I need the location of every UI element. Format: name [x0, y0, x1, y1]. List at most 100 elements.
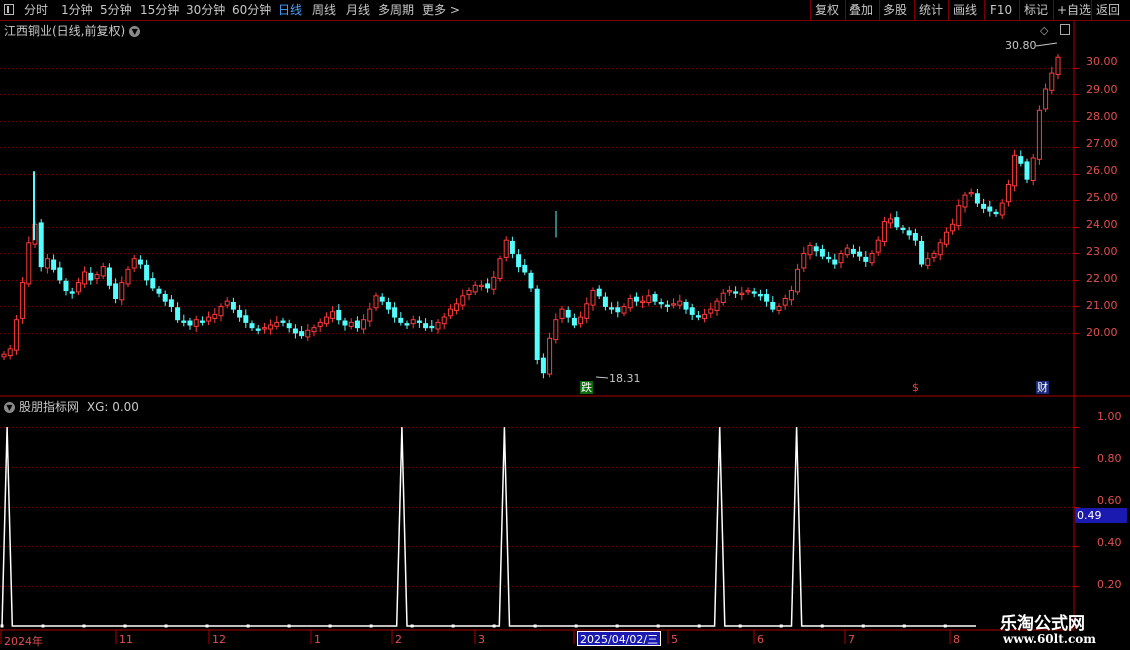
candle-body: [435, 321, 441, 330]
candle-body: [931, 252, 937, 258]
candle-body: [503, 239, 509, 258]
indicator-panel-title: ▼ 股朋指标网 XG: 0.00: [4, 398, 139, 415]
candle-body: [491, 276, 497, 290]
candle-body: [255, 328, 261, 331]
candle-body: [416, 320, 422, 323]
chevron-down-icon[interactable]: ▼: [4, 402, 15, 413]
xg-point: [410, 624, 414, 628]
candle-body: [460, 295, 466, 306]
xg-point: [328, 624, 332, 628]
candle-body: [516, 254, 522, 268]
candle-body: [968, 191, 974, 195]
candle-body: [305, 329, 311, 338]
candle-body: [695, 315, 701, 318]
candle-body: [565, 309, 571, 318]
candle-body: [658, 301, 664, 305]
y-tick: 21.00: [1086, 299, 1118, 312]
candle-body: [361, 319, 367, 330]
event-marker-die[interactable]: 跌: [580, 381, 593, 394]
kline-chart[interactable]: [0, 0, 1130, 650]
candle-body: [243, 315, 249, 323]
candle-body: [757, 294, 763, 297]
candle-body: [553, 319, 559, 341]
candle-body: [75, 282, 81, 293]
candle-body: [733, 291, 739, 294]
candle-body: [584, 303, 590, 319]
y-tick: 27.00: [1086, 137, 1118, 150]
candle-body: [671, 303, 677, 306]
candle-body: [280, 320, 286, 323]
candle-body: [199, 320, 205, 323]
candle-body: [943, 231, 949, 245]
candle-body: [578, 316, 584, 325]
candle-body: [633, 296, 639, 302]
candle-body: [602, 296, 608, 307]
xg-point: [451, 624, 455, 628]
candle-body: [745, 290, 751, 293]
candle-body: [981, 203, 987, 209]
candle-body: [156, 288, 162, 294]
xg-point: [943, 624, 947, 628]
candle-body: [193, 319, 199, 327]
diamond-icon[interactable]: ◇: [1040, 24, 1048, 37]
y-tick: 0.40: [1097, 536, 1122, 549]
candle-body: [230, 301, 236, 310]
date-label: 1: [314, 633, 321, 646]
candle-body: [664, 304, 670, 307]
candle-body: [113, 283, 119, 299]
candle-body: [838, 252, 844, 264]
candle-body: [454, 303, 460, 311]
candle-body: [522, 264, 528, 273]
y-tick: 26.00: [1086, 164, 1118, 177]
candle-body: [478, 284, 484, 288]
y-tick: 23.00: [1086, 245, 1118, 258]
candle-body: [937, 242, 943, 256]
candle-body: [137, 259, 143, 265]
xg-point: [164, 624, 168, 628]
candle-body: [336, 309, 342, 321]
candle-body: [249, 323, 255, 329]
candle-body: [44, 258, 50, 269]
candle-body: [125, 268, 131, 285]
candle-body: [869, 252, 875, 264]
candle-body: [7, 348, 13, 357]
candle-body: [850, 248, 856, 254]
candle-body: [367, 308, 373, 322]
candle-body: [398, 317, 404, 323]
high-pointer: [1035, 42, 1058, 47]
candle-body: [720, 292, 726, 303]
candle-body: [881, 221, 887, 242]
candle-body: [342, 320, 348, 326]
chevron-down-icon[interactable]: ▼: [129, 26, 141, 37]
candle-body: [857, 251, 863, 257]
candle-body: [875, 239, 881, 253]
candle-body: [900, 227, 906, 231]
panel-toggle-icon[interactable]: [1060, 24, 1070, 35]
candle-body: [925, 258, 931, 266]
candle-body: [888, 218, 894, 224]
candle-body: [162, 294, 168, 302]
candle-body: [144, 264, 150, 281]
candle-body: [782, 298, 788, 306]
candle-body: [447, 308, 453, 317]
event-marker-dollar[interactable]: $: [911, 381, 920, 394]
candle-body: [57, 267, 63, 281]
event-marker-cai[interactable]: 财: [1036, 381, 1049, 394]
y-tick: 25.00: [1086, 191, 1118, 204]
y-tick: 28.00: [1086, 110, 1118, 123]
candle-body: [181, 320, 187, 323]
date-label: 2: [395, 633, 402, 646]
indicator-name: 股朋指标网: [19, 400, 80, 414]
date-label: 2024年: [4, 635, 43, 648]
candle-body: [26, 242, 32, 285]
y-tick: 24.00: [1086, 218, 1118, 231]
main-panel-title: 江西铜业(日线,前复权) ▼: [4, 22, 141, 39]
candle-body: [714, 300, 720, 311]
candle-body: [299, 331, 305, 337]
candle-body: [999, 202, 1005, 216]
candle-body: [615, 307, 621, 313]
candle-body: [795, 268, 801, 293]
candle-body: [286, 323, 292, 329]
candle-body: [13, 319, 19, 351]
watermark-title: 乐淘公式网: [1000, 614, 1085, 634]
